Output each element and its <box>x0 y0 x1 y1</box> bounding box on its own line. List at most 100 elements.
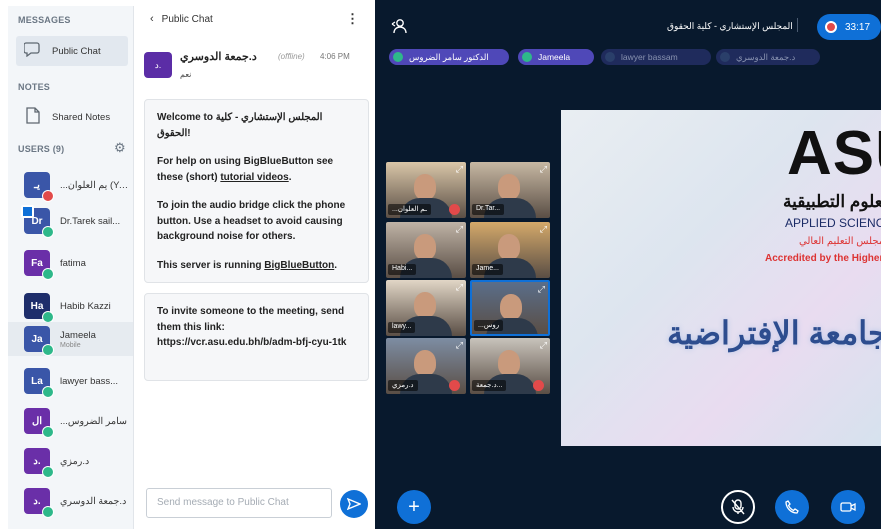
expand-icon[interactable]: ⤢ <box>456 224 463 235</box>
mic-icon <box>393 52 403 62</box>
invite-message: To invite someone to the meeting, send t… <box>144 293 369 381</box>
user-row[interactable]: Ha Habib Kazzi <box>8 289 133 323</box>
chat-input[interactable]: Send message to Public Chat <box>146 488 332 518</box>
user-row[interactable]: La lawyer bass... <box>8 364 133 398</box>
avatar: د. <box>24 488 54 518</box>
mic-icon <box>42 268 54 280</box>
avatar-initials: يـ <box>34 179 40 191</box>
participant-face <box>498 174 520 200</box>
camera-icon <box>840 502 856 512</box>
shared-notes-item[interactable]: Shared Notes <box>16 102 128 132</box>
video-tile[interactable]: ⤢ د.رمزي <box>386 338 466 394</box>
public-chat-label: Public Chat <box>52 45 101 57</box>
video-tile[interactable]: ⤢ ...روس <box>470 280 550 336</box>
user-subtitle: Mobile <box>60 341 81 349</box>
video-label[interactable]: ...ـم العلوان <box>388 204 431 215</box>
send-icon <box>347 498 361 510</box>
video-tile[interactable]: ⤢ ...ـم العلوان <box>386 162 466 218</box>
help-line: For help on using BigBlueButton see thes… <box>157 156 334 183</box>
video-label[interactable]: د.رمزي <box>388 380 418 391</box>
user-row[interactable]: د. د.جمعة الدوسري <box>8 484 133 518</box>
user-name: Dr.Tarek sail... <box>60 215 121 227</box>
audio-line: To join the audio bridge click the phone… <box>157 200 346 242</box>
video-tile[interactable]: ⤢ Habi... <box>386 222 466 278</box>
expand-icon[interactable]: ⤢ <box>456 340 463 351</box>
send-button[interactable] <box>340 490 368 518</box>
mic-muted-icon <box>42 190 54 202</box>
video-label[interactable]: Jame... <box>472 264 503 275</box>
video-label[interactable]: Dr.Tar... <box>472 204 505 215</box>
avatar: Ha <box>24 293 54 323</box>
user-name: fatima <box>60 257 86 269</box>
user-name: Jameela Mobile <box>60 330 132 349</box>
video-label[interactable]: lawy... <box>388 322 416 333</box>
user-row[interactable]: Fa fatima <box>8 246 133 280</box>
video-tile[interactable]: ⤢ Dr.Tar... <box>470 162 550 218</box>
sidebar: MESSAGES Public Chat NOTES Shared Notes … <box>8 6 134 529</box>
avatar-initials: Fa <box>31 257 43 269</box>
talker-indicator[interactable]: Jameela <box>518 49 594 65</box>
mic-muted-icon <box>449 380 460 391</box>
expand-icon[interactable]: ⤢ <box>456 282 463 293</box>
more-options-icon[interactable]: ⋮ <box>346 11 359 27</box>
chat-icon <box>22 41 44 61</box>
video-tile[interactable]: ⤢ lawy... <box>386 280 466 336</box>
expand-icon[interactable]: ⤢ <box>456 164 463 175</box>
chevron-left-icon[interactable]: ‹ <box>150 13 154 25</box>
video-label[interactable]: د.جمعة... <box>472 380 507 391</box>
mic-icon <box>42 506 54 518</box>
user-name: Habib Kazzi <box>60 300 111 312</box>
divider <box>797 18 798 32</box>
expand-icon[interactable]: ⤢ <box>538 284 545 295</box>
notes-icon <box>22 106 44 128</box>
user-row[interactable]: يـ ...يم العلوان (You) <box>8 168 133 202</box>
phone-icon <box>785 500 799 514</box>
invite-text: To invite someone to the meeting, send t… <box>157 306 347 348</box>
video-label[interactable]: Habi... <box>388 264 417 275</box>
gear-icon[interactable]: ⚙ <box>114 140 126 156</box>
actions-button[interactable]: + <box>397 490 431 524</box>
users-title: USERS (9) <box>18 144 65 154</box>
talker-indicator[interactable]: د.جمعة الدوسري <box>716 49 820 65</box>
participant-face <box>414 350 436 376</box>
mic-icon <box>522 52 532 62</box>
slide-university-en: APPLIED SCIENCE <box>785 216 881 230</box>
avatar: La <box>24 368 54 398</box>
video-tile[interactable]: ⤢ Jame... <box>470 222 550 278</box>
meeting-title: المجلس الإستشاري - كلية الحقوق <box>667 21 793 31</box>
expand-icon[interactable]: ⤢ <box>540 224 547 235</box>
user-row[interactable]: ال ...سامر الضروس <box>8 404 133 438</box>
expand-icon[interactable]: ⤢ <box>540 164 547 175</box>
slide-accredited-ar: معتمدة من مجلس التعليم العالي <box>799 236 881 247</box>
expand-icon[interactable]: ⤢ <box>540 340 547 351</box>
user-name: د.جمعة الدوسري <box>60 495 127 507</box>
mic-icon <box>605 52 615 62</box>
avatar-initials: د. <box>33 455 41 467</box>
participant-face <box>414 174 436 200</box>
slide-accredited-en: Accredited by the Higher <box>765 253 881 264</box>
user-name: د.رمزي <box>60 455 90 467</box>
user-row[interactable]: Dr Dr.Tarek sail... <box>8 204 133 238</box>
mute-button[interactable] <box>721 490 755 524</box>
talker-indicator[interactable]: lawyer bassam <box>601 49 711 65</box>
timer: 33:17 <box>845 21 871 33</box>
message-status: (offline) <box>278 52 305 61</box>
message-text: نعم <box>180 70 192 79</box>
avatar-initials: Ha <box>30 300 44 312</box>
user-row[interactable]: Ja Jameela Mobile <box>8 322 133 356</box>
video-button[interactable] <box>831 490 865 524</box>
mic-muted-icon <box>449 204 460 215</box>
public-chat-item[interactable]: Public Chat <box>16 36 128 66</box>
user-list-toggle-icon[interactable] <box>391 18 409 39</box>
video-tile[interactable]: ⤢ د.جمعة... <box>470 338 550 394</box>
user-name: lawyer bass... <box>60 375 119 387</box>
video-label[interactable]: ...روس <box>474 320 504 331</box>
phone-button[interactable] <box>775 490 809 524</box>
user-row[interactable]: د. د.رمزي <box>8 444 133 478</box>
mic-icon <box>42 466 54 478</box>
chat-back-label[interactable]: Public Chat <box>162 14 213 25</box>
recording-button[interactable]: 33:17 <box>817 14 881 40</box>
bbb-link[interactable]: BigBlueButton <box>264 260 334 271</box>
tutorial-link[interactable]: tutorial videos <box>220 172 288 183</box>
talker-indicator[interactable]: الدكتور سامر الضروس <box>389 49 509 65</box>
